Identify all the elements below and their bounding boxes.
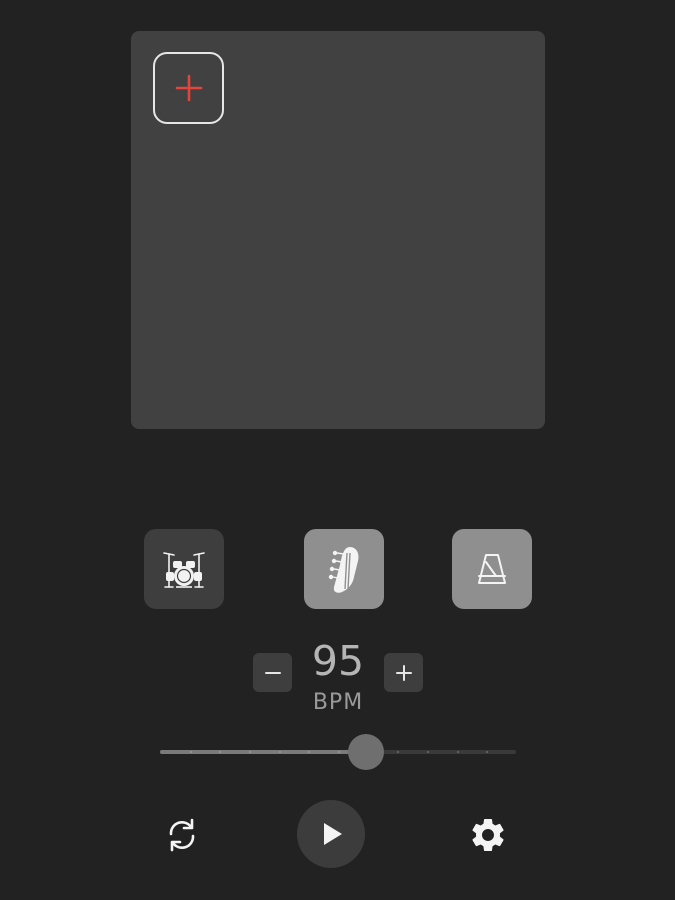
bass-guitar-headstock-icon: [328, 547, 359, 593]
slider-tick: [397, 751, 399, 753]
slider-tick: [190, 751, 192, 753]
settings-button[interactable]: [465, 812, 511, 858]
sync-icon: [169, 818, 195, 852]
tempo-slider[interactable]: [160, 732, 516, 772]
metronome-mode-button[interactable]: [452, 529, 532, 609]
slider-tick: [338, 751, 340, 753]
add-pattern-button[interactable]: [153, 52, 224, 124]
plus-icon: [395, 664, 412, 681]
slider-tick: [486, 751, 488, 753]
tempo-value: 95: [311, 637, 365, 685]
plus-icon: [175, 74, 202, 102]
slider-thumb[interactable]: [348, 734, 384, 770]
slider-tick: [427, 751, 429, 753]
tempo-unit-label: BPM: [312, 690, 364, 715]
metronome-icon: [478, 554, 506, 584]
pattern-panel: [131, 31, 545, 429]
play-button[interactable]: [297, 800, 365, 868]
loop-button[interactable]: [160, 813, 204, 857]
bass-mode-button[interactable]: [304, 529, 384, 609]
slider-tick: [249, 751, 251, 753]
decrease-tempo-button[interactable]: [253, 653, 292, 692]
slider-tick: [457, 751, 459, 753]
minus-icon: [264, 671, 281, 674]
increase-tempo-button[interactable]: [384, 653, 423, 692]
slider-tick: [219, 751, 221, 753]
drum-kit-icon: [163, 552, 205, 588]
slider-tick: [279, 751, 281, 753]
gear-icon: [472, 819, 504, 851]
slider-tick: [308, 751, 310, 753]
drums-mode-button[interactable]: [144, 529, 224, 609]
play-icon: [324, 823, 342, 845]
